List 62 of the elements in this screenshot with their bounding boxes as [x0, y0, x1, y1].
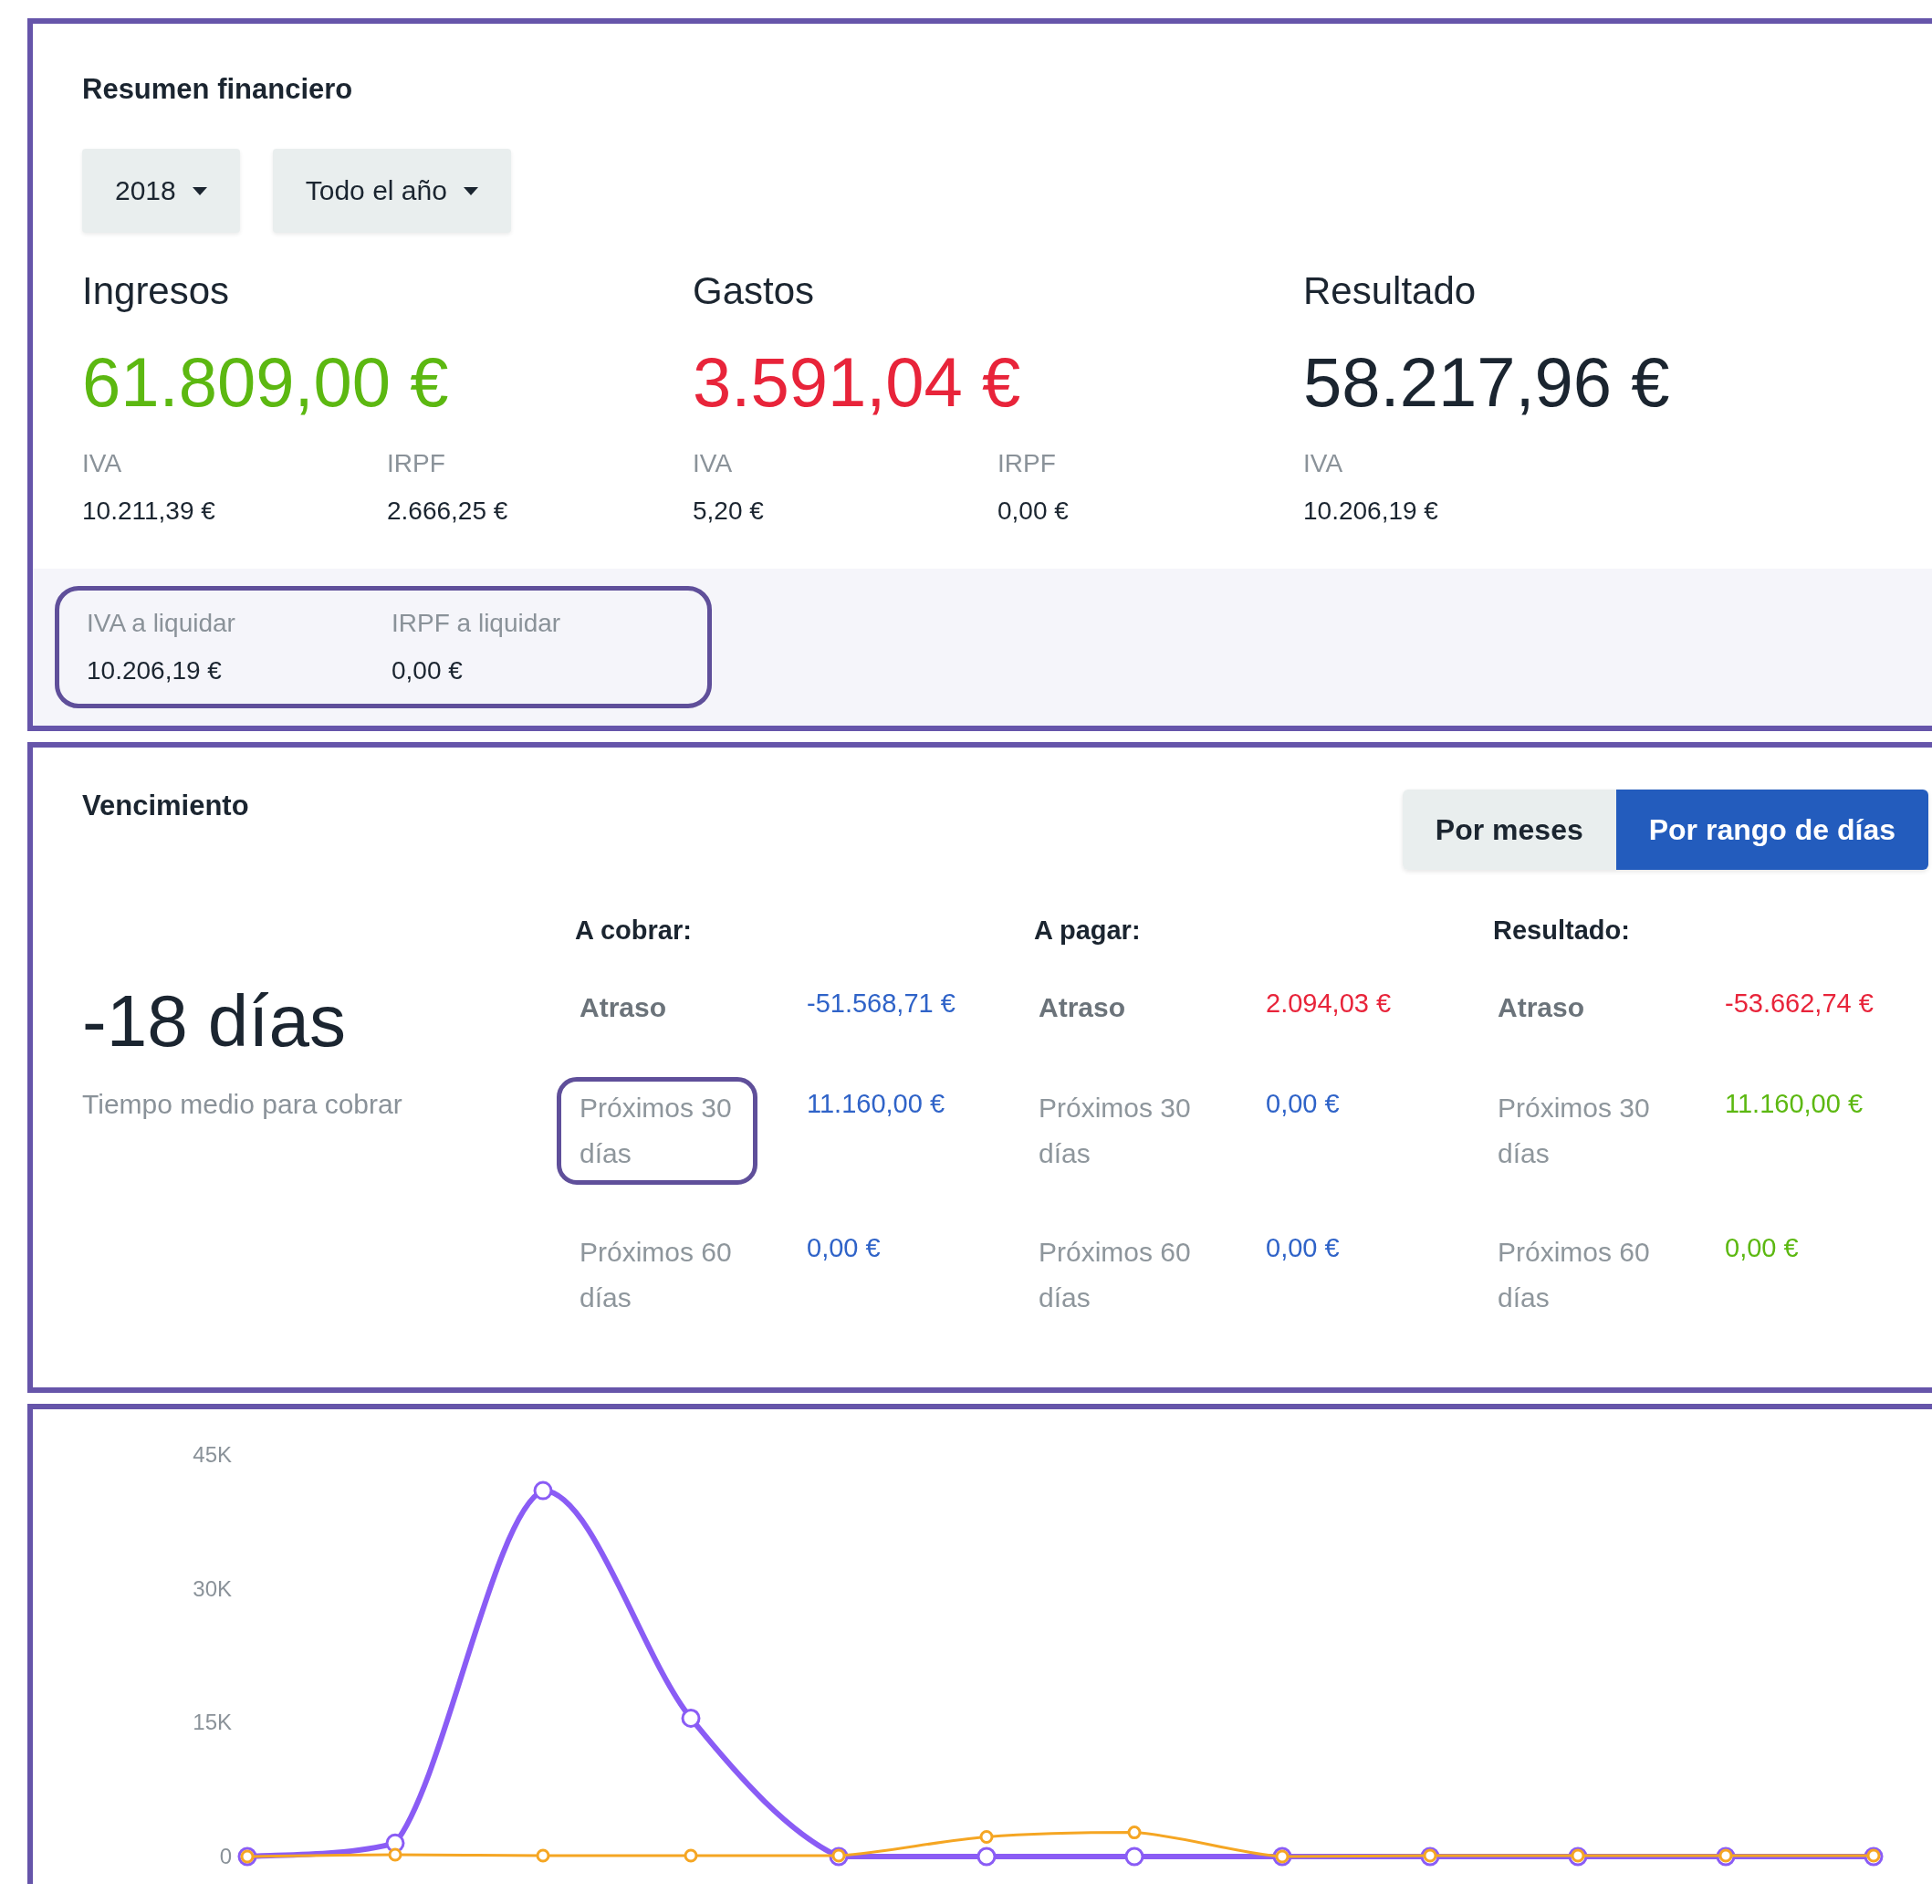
detail-label: IVA	[1303, 449, 1344, 478]
range-value: 0,00 €	[1266, 1088, 1341, 1120]
range-label: Próximos 30 días	[1038, 1092, 1192, 1170]
range-label: Próximos 60 días	[1038, 1236, 1192, 1314]
detail-value: 0,00 €	[997, 497, 1070, 526]
range-value: 0,00 €	[1725, 1232, 1800, 1264]
view-tab[interactable]: Por meses	[1402, 790, 1616, 870]
total-heading: Gastos	[693, 269, 816, 313]
group-heading: A cobrar:	[575, 915, 693, 946]
point	[976, 1846, 997, 1867]
point	[388, 1847, 402, 1862]
detail-label: IVA	[82, 449, 123, 478]
point	[1124, 1846, 1144, 1867]
dropdown-button[interactable]: 2018	[82, 149, 240, 233]
detail-label: IRPF	[387, 449, 446, 478]
point	[684, 1848, 698, 1863]
point	[1127, 1826, 1142, 1840]
average-days: -18 días	[82, 979, 575, 1063]
total-heading: Ingresos	[82, 269, 231, 313]
range-value: 0,00 €	[807, 1232, 882, 1264]
section-title: Resumen financiero	[82, 73, 354, 106]
total-heading: Resultado	[1303, 269, 1478, 313]
detail-label: IVA	[693, 449, 734, 478]
settlement-label: IVA a liquidar	[87, 609, 236, 638]
section-title: Vencimiento	[82, 790, 249, 822]
range-label: Próximos 60 días	[579, 1236, 733, 1314]
range-value: 11.160,00 €	[807, 1088, 946, 1120]
detail-value: 2.666,25 €	[387, 497, 509, 526]
settlement-label: IRPF a liquidar	[392, 609, 562, 638]
range-label: Próximos 30 días	[1497, 1092, 1651, 1170]
range-label: Próximos 60 días	[1497, 1236, 1651, 1314]
view-tab[interactable]: Por rango de días	[1615, 790, 1928, 870]
point	[536, 1848, 550, 1863]
detail-value: 10.211,39 €	[82, 497, 216, 526]
settlement-value: 0,00 €	[392, 656, 464, 685]
detail-label: IRPF	[997, 449, 1057, 478]
total-amount: 58.217,96 €	[1303, 342, 1671, 422]
range-value: 11.160,00 €	[1725, 1088, 1864, 1120]
group-heading: A pagar:	[1034, 915, 1142, 946]
detail-value: 5,20 €	[693, 497, 765, 526]
axis-tick-label: 15K	[193, 1710, 232, 1735]
average-caption: Tiempo medio para cobrar	[82, 1089, 403, 1120]
axis-tick-label: 30K	[193, 1575, 232, 1601]
axis-tick-label: 45K	[193, 1442, 232, 1467]
dropdown-button[interactable]: Todo el año	[272, 149, 511, 233]
range-label: Atraso	[579, 991, 668, 1024]
point	[681, 1708, 701, 1728]
settlement-value: 10.206,19 €	[87, 656, 223, 685]
point	[533, 1480, 553, 1501]
total-amount: 61.809,00 €	[82, 342, 450, 422]
total-amount: 3.591,04 €	[693, 342, 1022, 422]
axis-tick-label: 0	[219, 1844, 232, 1868]
range-value: -53.662,74 €	[1725, 988, 1875, 1020]
detail-value: 10.206,19 €	[1303, 497, 1439, 526]
range-value: 0,00 €	[1266, 1232, 1341, 1264]
group-heading: Resultado:	[1493, 915, 1631, 946]
point	[979, 1829, 994, 1844]
range-value: -51.568,71 €	[807, 988, 956, 1020]
range-label: Próximos 30 días	[557, 1077, 757, 1185]
range-value: 2.094,03 €	[1266, 988, 1393, 1020]
range-label: Atraso	[1038, 991, 1127, 1024]
range-label: Atraso	[1497, 991, 1586, 1024]
